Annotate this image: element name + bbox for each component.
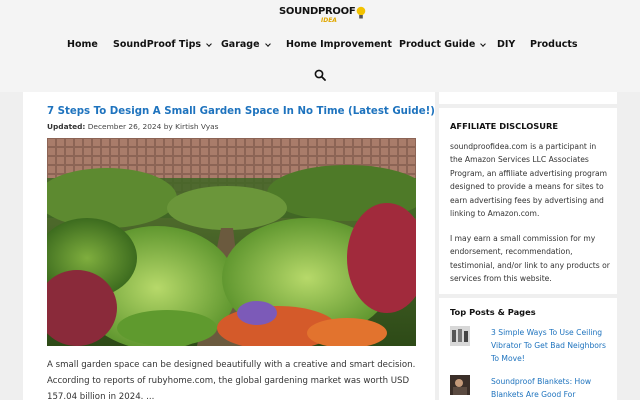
affiliate-disclosure-text: soundproofidea.com is a participant in t… xyxy=(450,142,608,219)
article-author[interactable]: Kirtish Vyas xyxy=(175,122,218,131)
lightbulb-icon xyxy=(357,6,366,19)
commission-notice-text: I may earn a small commission for my end… xyxy=(450,234,610,284)
top-post-link[interactable]: 3 Simple Ways To Use Ceiling Vibrator To… xyxy=(491,326,613,365)
nav-home-improvement-label: Home Improvement xyxy=(286,39,392,50)
top-posts-widget: Top Posts & Pages 3 Simple Ways To Use C… xyxy=(439,298,617,400)
nav-garage[interactable]: Garage xyxy=(221,38,271,52)
nav-product-guide[interactable]: Product Guide xyxy=(399,38,487,52)
logo-text: SOUNDPROOF xyxy=(279,6,356,17)
top-post-item[interactable]: Soundproof Blankets: How Blankets Are Go… xyxy=(450,375,615,400)
updated-label: Updated: xyxy=(47,122,86,131)
logo-subtext: IDEA xyxy=(321,17,337,24)
top-post-link[interactable]: Soundproof Blankets: How Blankets Are Go… xyxy=(491,375,613,400)
nav-diy[interactable]: DIY xyxy=(497,38,515,52)
article-card: 7 Steps To Design A Small Garden Space I… xyxy=(23,92,435,400)
sidebar-top-strip xyxy=(439,92,617,104)
top-post-thumbnail[interactable] xyxy=(450,326,470,346)
soundproof-blanket-thumbnail xyxy=(450,375,470,395)
chevron-down-icon xyxy=(206,40,212,47)
nav-product-guide-label: Product Guide xyxy=(399,39,476,50)
article-title[interactable]: 7 Steps To Design A Small Garden Space I… xyxy=(47,105,435,119)
article-date: December 26, 2024 xyxy=(87,122,162,131)
nav-soundproof-tips-label: SoundProof Tips xyxy=(113,39,202,50)
top-post-item[interactable]: 3 Simple Ways To Use Ceiling Vibrator To… xyxy=(450,326,615,366)
site-logo[interactable]: SOUNDPROOF IDEA xyxy=(279,7,366,25)
main-navigation: Home SoundProof Tips Garage Home Improve… xyxy=(0,38,640,52)
search-icon[interactable] xyxy=(314,69,326,81)
by-label: by xyxy=(163,122,173,131)
nav-garage-label: Garage xyxy=(221,39,260,50)
garden-illustration xyxy=(47,138,416,346)
affiliate-disclosure-widget: AFFILIATE DISCLOSURE soundproofidea.com … xyxy=(439,108,617,294)
nav-home[interactable]: Home xyxy=(67,38,98,52)
affiliate-disclosure-title: AFFILIATE DISCLOSURE xyxy=(450,121,559,131)
article-meta: Updated: December 26, 2024 by Kirtish Vy… xyxy=(47,122,219,132)
top-posts-title: Top Posts & Pages xyxy=(450,307,536,317)
nav-products-label: Products xyxy=(530,39,578,50)
nav-soundproof-tips[interactable]: SoundProof Tips xyxy=(113,38,212,52)
chevron-down-icon xyxy=(480,40,487,47)
chevron-down-icon xyxy=(264,40,271,47)
ceiling-vibrator-thumbnail xyxy=(450,326,470,346)
site-header: SOUNDPROOF IDEA Home SoundProof Tips Gar… xyxy=(0,0,640,92)
featured-image-garden[interactable] xyxy=(47,138,416,346)
article-excerpt: A small garden space can be designed bea… xyxy=(47,360,416,400)
nav-home-improvement[interactable]: Home Improvement xyxy=(286,38,392,52)
nav-products[interactable]: Products xyxy=(530,38,578,52)
nav-diy-label: DIY xyxy=(497,39,516,50)
top-post-thumbnail[interactable] xyxy=(450,375,470,395)
nav-home-label: Home xyxy=(67,39,98,50)
